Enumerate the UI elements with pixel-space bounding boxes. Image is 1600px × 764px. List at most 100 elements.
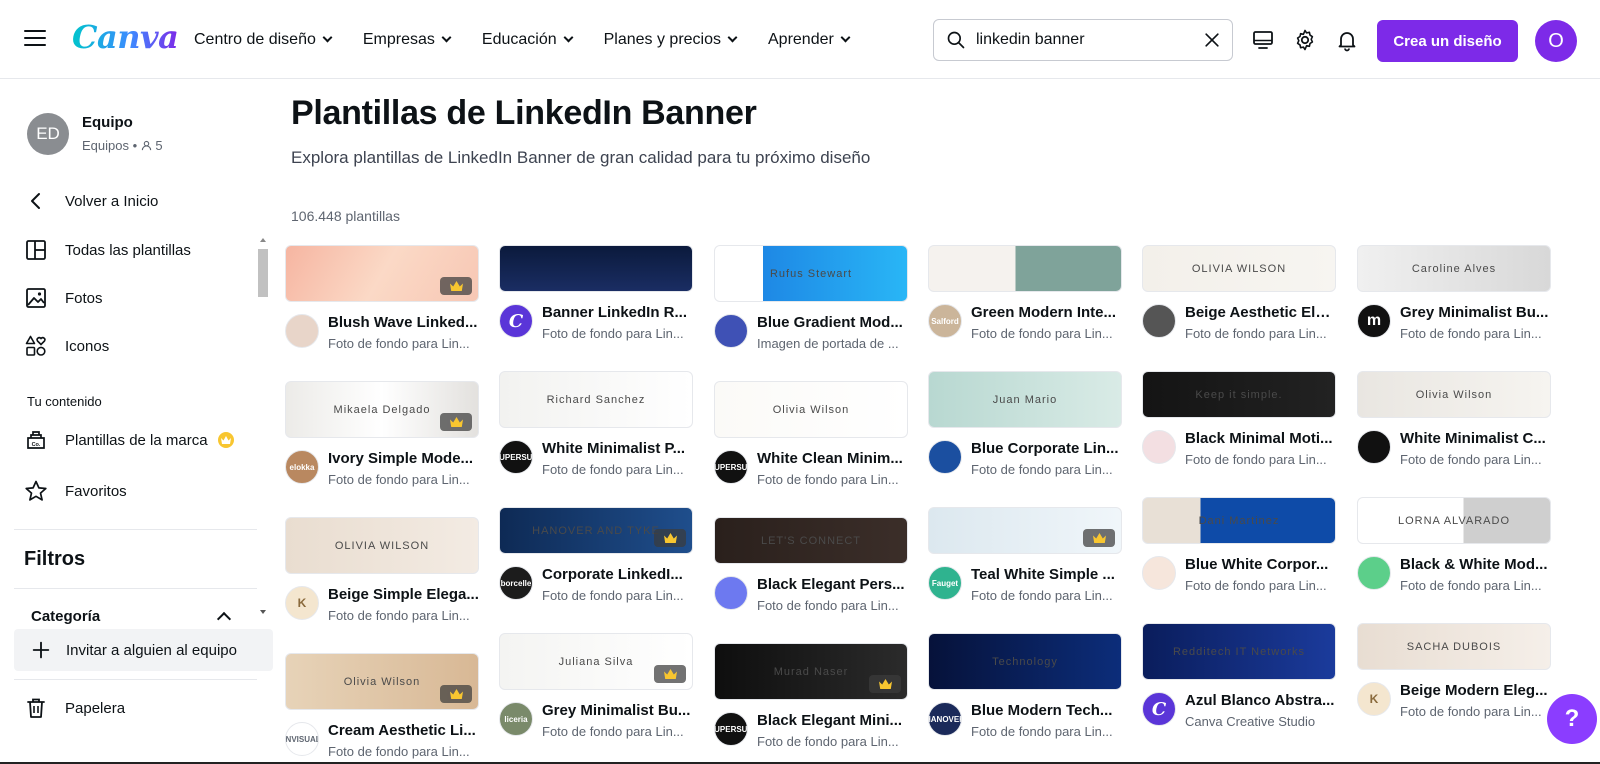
template-card[interactable]: Salford Green Modern Inte... Foto de fondo… bbox=[928, 245, 1122, 348]
template-card[interactable]: LET'S CONNECT Black Elegant Pers... Foto d… bbox=[714, 517, 908, 620]
creator-avatar[interactable]: Fauget bbox=[928, 566, 962, 600]
template-thumbnail[interactable]: LET'S CONNECT bbox=[714, 517, 908, 564]
team-name[interactable]: Equipo bbox=[82, 114, 133, 131]
template-card[interactable]: SACHA DUBOIS K Beige Modern Eleg... Foto de… bbox=[1357, 623, 1551, 726]
template-title[interactable]: Azul Blanco Abstra... bbox=[1185, 692, 1336, 709]
scroll-down-arrow-icon[interactable] bbox=[257, 607, 269, 617]
template-thumbnail[interactable] bbox=[928, 507, 1122, 554]
desktop-app-icon[interactable] bbox=[1251, 28, 1275, 52]
creator-avatar[interactable]: HANOVER bbox=[928, 702, 962, 736]
template-card[interactable]: Technology HANOVER Blue Modern Tech... Foto… bbox=[928, 633, 1122, 746]
template-title[interactable]: Black Minimal Moti... bbox=[1185, 430, 1336, 447]
template-card[interactable]: Juliana Silva liceria Grey Minimalist Bu..… bbox=[499, 633, 693, 746]
template-title[interactable]: Blue Corporate Lin... bbox=[971, 440, 1122, 457]
template-card[interactable]: Blush Wave Linked... Foto de fondo para L… bbox=[285, 245, 479, 358]
creator-avatar[interactable]: Salford bbox=[928, 304, 962, 338]
template-thumbnail[interactable]: Technology bbox=[928, 633, 1122, 690]
creator-avatar[interactable] bbox=[1357, 430, 1391, 464]
template-card[interactable]: HANOVER AND TYKE borcelle Corporate Linked… bbox=[499, 507, 693, 610]
sidebar-item-brand-templates[interactable]: Co. Plantillas de la marca bbox=[24, 422, 260, 458]
template-thumbnail[interactable]: Redditech IT Networks bbox=[1142, 623, 1336, 680]
creator-avatar[interactable]: C bbox=[499, 304, 533, 338]
template-title[interactable]: Banner LinkedIn R... bbox=[542, 304, 693, 321]
template-title[interactable]: Blue Modern Tech... bbox=[971, 702, 1122, 719]
template-thumbnail[interactable]: Olivia Wilson bbox=[1357, 371, 1551, 418]
template-thumbnail[interactable]: Olivia Wilson bbox=[714, 381, 908, 438]
template-thumbnail[interactable] bbox=[928, 245, 1122, 292]
sidebar-scrollbar[interactable] bbox=[257, 235, 269, 620]
creator-avatar[interactable] bbox=[285, 314, 319, 348]
template-thumbnail[interactable]: Rufus Stewart bbox=[714, 245, 908, 302]
creator-avatar[interactable]: SUPERSUB bbox=[714, 712, 748, 746]
nav-education[interactable]: Educación bbox=[482, 31, 574, 49]
template-title[interactable]: Beige Aesthetic Ele... bbox=[1185, 304, 1336, 321]
close-icon[interactable] bbox=[1202, 30, 1222, 50]
template-thumbnail[interactable]: SACHA DUBOIS bbox=[1357, 623, 1551, 670]
search-input[interactable] bbox=[976, 28, 1186, 52]
creator-avatar[interactable]: m bbox=[1357, 304, 1391, 338]
template-thumbnail[interactable]: HANOVER AND TYKE bbox=[499, 507, 693, 554]
creator-avatar[interactable]: K bbox=[285, 586, 319, 620]
scrollbar-thumb[interactable] bbox=[258, 249, 268, 297]
template-thumbnail[interactable]: Dani Martinez bbox=[1142, 497, 1336, 544]
gear-icon[interactable] bbox=[1293, 28, 1317, 52]
template-card[interactable]: Rufus Stewart Blue Gradient Mod... Imagen … bbox=[714, 245, 908, 358]
template-card[interactable]: Caroline Alves m Grey Minimalist Bu... Foto… bbox=[1357, 245, 1551, 348]
creator-avatar[interactable] bbox=[1357, 556, 1391, 590]
creator-avatar[interactable]: SUPERSUB bbox=[499, 440, 533, 474]
template-thumbnail[interactable]: Juan Mario bbox=[928, 371, 1122, 428]
template-card[interactable]: Mikaela Delgado elokka Ivory Simple Mode..… bbox=[285, 381, 479, 494]
bell-icon[interactable] bbox=[1335, 28, 1359, 52]
template-title[interactable]: Black Elegant Pers... bbox=[757, 576, 908, 593]
sidebar-item-photos[interactable]: Fotos bbox=[24, 280, 260, 316]
template-card[interactable]: Fauget Teal White Simple ... Foto de fondo… bbox=[928, 507, 1122, 610]
nav-design-center[interactable]: Centro de diseño bbox=[194, 31, 333, 49]
template-card[interactable]: LORNA ALVARADO Black & White Mod... Foto d… bbox=[1357, 497, 1551, 600]
creator-avatar[interactable] bbox=[1142, 430, 1176, 464]
template-thumbnail[interactable]: OLIVIA WILSON bbox=[285, 517, 479, 574]
create-design-button[interactable]: Crea un diseño bbox=[1377, 20, 1518, 62]
template-card[interactable]: Keep it simple. Black Minimal Moti... Foto… bbox=[1142, 371, 1336, 474]
template-card[interactable]: OLIVIA WILSON K Beige Simple Elega... Foto … bbox=[285, 517, 479, 630]
creator-avatar[interactable] bbox=[1142, 304, 1176, 338]
template-title[interactable]: White Minimalist P... bbox=[542, 440, 693, 457]
creator-avatar[interactable]: liceria bbox=[499, 702, 533, 736]
template-thumbnail[interactable] bbox=[499, 245, 693, 292]
template-card[interactable]: C Banner LinkedIn R... Foto de fondo para … bbox=[499, 245, 693, 348]
help-button[interactable]: ? bbox=[1547, 694, 1597, 744]
template-title[interactable]: Blush Wave Linked... bbox=[328, 314, 479, 331]
template-title[interactable]: Black Elegant Mini... bbox=[757, 712, 908, 729]
template-card[interactable]: Redditech IT Networks C Azul Blanco Abstra… bbox=[1142, 623, 1336, 736]
template-title[interactable]: Green Modern Inte... bbox=[971, 304, 1122, 321]
template-title[interactable]: Grey Minimalist Bu... bbox=[542, 702, 693, 719]
canva-logo[interactable]: Canva bbox=[72, 18, 179, 56]
template-thumbnail[interactable]: Juliana Silva bbox=[499, 633, 693, 690]
sidebar-item-all-templates[interactable]: Todas las plantillas bbox=[24, 232, 260, 268]
chevron-up-icon[interactable] bbox=[216, 611, 232, 627]
creator-avatar[interactable] bbox=[714, 314, 748, 348]
template-card[interactable]: Murad Naser SUPERSUB Black Elegant Mini...… bbox=[714, 643, 908, 756]
creator-avatar[interactable]: elokka bbox=[285, 450, 319, 484]
template-card[interactable]: Olivia Wilson White Minimalist C... Foto d… bbox=[1357, 371, 1551, 474]
template-thumbnail[interactable]: LORNA ALVARADO bbox=[1357, 497, 1551, 544]
template-title[interactable]: Beige Modern Eleg... bbox=[1400, 682, 1551, 699]
creator-avatar[interactable] bbox=[928, 440, 962, 474]
sidebar-item-favorites[interactable]: Favoritos bbox=[24, 473, 260, 509]
template-thumbnail[interactable]: Mikaela Delgado bbox=[285, 381, 479, 438]
creator-avatar[interactable]: K bbox=[1357, 682, 1391, 716]
template-title[interactable]: Blue White Corpor... bbox=[1185, 556, 1336, 573]
template-card[interactable]: Juan Mario Blue Corporate Lin... Foto de f… bbox=[928, 371, 1122, 484]
creator-avatar[interactable]: C bbox=[1142, 692, 1176, 726]
template-title[interactable]: White Clean Minim... bbox=[757, 450, 908, 467]
template-thumbnail[interactable]: Olivia Wilson bbox=[285, 653, 479, 710]
template-thumbnail[interactable] bbox=[285, 245, 479, 302]
template-title[interactable]: Beige Simple Elega... bbox=[328, 586, 479, 603]
user-avatar[interactable]: O bbox=[1535, 20, 1577, 62]
template-title[interactable]: Corporate LinkedI... bbox=[542, 566, 693, 583]
template-card[interactable]: OLIVIA WILSON Beige Aesthetic Ele... Foto … bbox=[1142, 245, 1336, 348]
template-card[interactable]: Richard Sanchez SUPERSUB White Minimalist … bbox=[499, 371, 693, 484]
creator-avatar[interactable]: SUPERSUB bbox=[714, 450, 748, 484]
nav-learn[interactable]: Aprender bbox=[768, 31, 851, 49]
template-thumbnail[interactable]: Murad Naser bbox=[714, 643, 908, 700]
creator-avatar[interactable]: borcelle bbox=[499, 566, 533, 600]
